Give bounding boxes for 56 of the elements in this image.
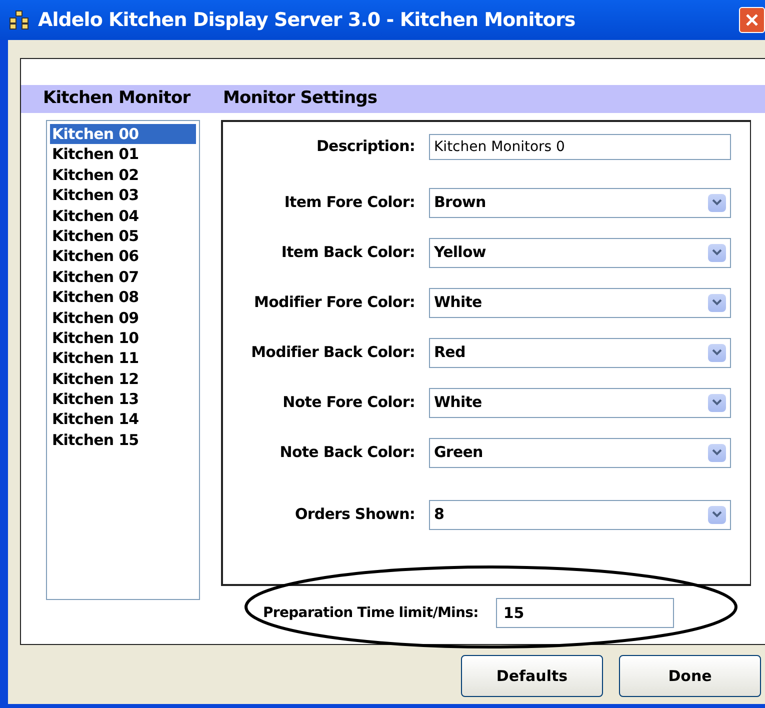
dropdown-arrow-button[interactable]: [708, 344, 726, 362]
chevron-down-icon: [712, 249, 722, 256]
field-label: Note Back Color:: [278, 442, 416, 464]
dialog-button[interactable]: Done: [619, 655, 761, 697]
chevron-down-icon: [712, 199, 722, 206]
field-label: Preparation Time limit/Mins:: [263, 604, 478, 622]
field-label: Description:: [315, 136, 416, 158]
chevron-down-icon: [712, 349, 722, 356]
dropdown-field[interactable]: Red: [429, 338, 731, 368]
field-label: Modifier Back Color:: [250, 342, 416, 364]
app-logo-icon: [8, 10, 30, 30]
chevron-down-icon: [712, 299, 722, 306]
close-icon: [745, 13, 759, 27]
field-label: Note Fore Color:: [282, 392, 416, 414]
list-item[interactable]: Kitchen 01: [50, 144, 196, 165]
list-item[interactable]: Kitchen 08: [50, 287, 196, 308]
window-title: Aldelo Kitchen Display Server 3.0 - Kitchen Monitors: [38, 8, 576, 33]
list-item[interactable]: Kitchen 04: [50, 206, 196, 226]
list-item[interactable]: Kitchen 03: [50, 185, 196, 206]
field-label: Item Back Color:: [280, 242, 416, 264]
dropdown-arrow-button[interactable]: [708, 244, 726, 262]
list-item[interactable]: Kitchen 09: [50, 308, 196, 328]
dropdown-field[interactable]: 8: [429, 500, 731, 530]
list-item[interactable]: Kitchen 13: [50, 389, 196, 410]
list-item[interactable]: Kitchen 05: [50, 226, 196, 246]
list-item[interactable]: Kitchen 07: [50, 266, 196, 288]
chevron-down-icon: [712, 511, 722, 518]
text-field[interactable]: Kitchen Monitors 0: [429, 134, 731, 160]
list-item[interactable]: Kitchen 14: [50, 409, 196, 430]
dropdown-arrow-button[interactable]: [708, 294, 726, 312]
list-item[interactable]: Kitchen 11: [50, 348, 196, 369]
list-item[interactable]: Kitchen 02: [50, 164, 196, 186]
field-label: Item Fore Color:: [283, 192, 416, 214]
dropdown-arrow-button[interactable]: [708, 394, 726, 412]
list-item[interactable]: Kitchen 00: [50, 124, 196, 144]
column-heading: Monitor Settings: [223, 87, 378, 110]
close-button[interactable]: [739, 7, 765, 33]
dropdown-field[interactable]: White: [429, 288, 731, 318]
list-item[interactable]: Kitchen 12: [50, 368, 196, 390]
field-label: Modifier Fore Color:: [253, 292, 416, 314]
dropdown-field[interactable]: Yellow: [429, 238, 731, 268]
dialog-button[interactable]: Defaults: [461, 655, 603, 697]
dropdown-arrow-button[interactable]: [708, 444, 726, 462]
text-field[interactable]: 15: [496, 598, 674, 628]
list-item[interactable]: Kitchen 15: [50, 430, 196, 450]
column-heading: Kitchen Monitor: [43, 87, 192, 110]
list-item[interactable]: Kitchen 10: [50, 328, 196, 348]
field-label: Orders Shown:: [294, 504, 416, 526]
list-item[interactable]: Kitchen 06: [50, 246, 196, 267]
dropdown-arrow-button[interactable]: [708, 506, 726, 524]
dropdown-field[interactable]: White: [429, 388, 731, 418]
dropdown-field[interactable]: Green: [429, 438, 731, 468]
dropdown-field[interactable]: Brown: [429, 188, 731, 218]
dropdown-arrow-button[interactable]: [708, 194, 726, 212]
chevron-down-icon: [712, 399, 722, 406]
chevron-down-icon: [712, 449, 722, 456]
